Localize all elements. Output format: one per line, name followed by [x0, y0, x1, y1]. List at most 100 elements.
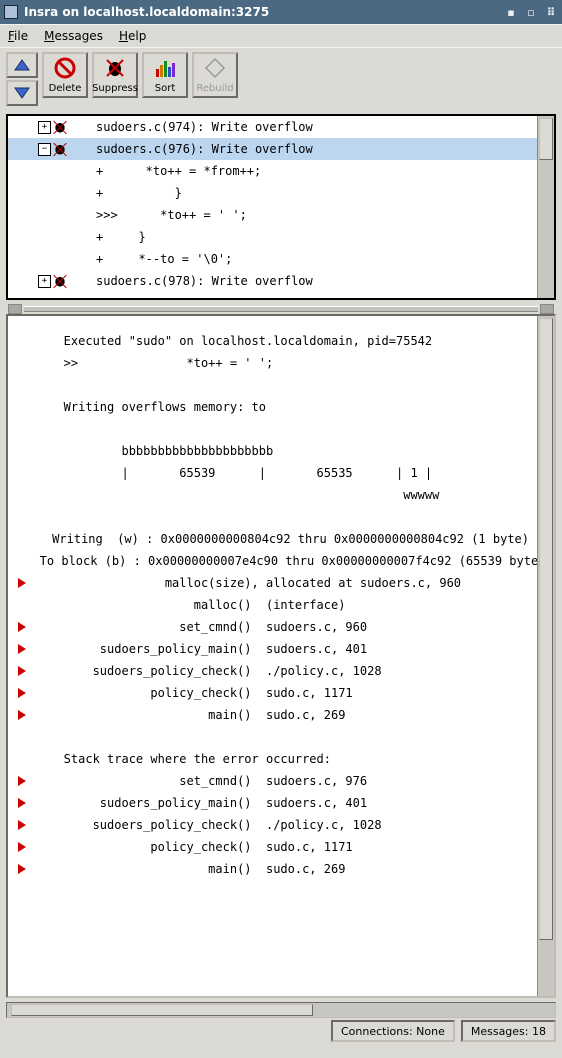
detail-line: set_cmnd() sudoers.c, 960 [42, 620, 367, 634]
splitter-grip[interactable] [8, 304, 22, 314]
scrollbar-thumb[interactable] [539, 318, 553, 940]
detail-line: bbbbbbbbbbbbbbbbbbbbb [42, 444, 273, 458]
message-row[interactable]: + sudoers.c(974): Write overflow [8, 116, 537, 138]
minimize-button[interactable]: ▪ [504, 5, 518, 19]
pane-splitter[interactable] [6, 304, 556, 314]
detail-line: policy_check() sudo.c, 1171 [42, 686, 353, 700]
titlebar: Insra on localhost.localdomain:3275 ▪ ▫ … [0, 0, 562, 24]
detail-line: malloc() (interface) [42, 598, 345, 612]
detail-line: Stack trace where the error occurred: [42, 752, 331, 766]
triangle-icon[interactable] [18, 666, 26, 676]
triangle-icon[interactable] [18, 798, 26, 808]
detail-scrollbar[interactable] [537, 316, 554, 996]
arrow-down-icon [14, 87, 30, 99]
detail-line: wwwww [42, 488, 439, 502]
bug-icon [53, 274, 67, 288]
nav-up-button[interactable] [6, 52, 38, 78]
source-line[interactable]: + } [8, 226, 537, 248]
line-prefix: + [96, 230, 124, 244]
bug-icon [53, 120, 67, 134]
line-prefix: >>> [96, 208, 124, 222]
no-entry-icon [54, 57, 76, 79]
detail-line: main() sudo.c, 269 [42, 708, 345, 722]
source-line[interactable]: + *--to = '\0'; [8, 248, 537, 270]
detail-line: Writing overflows memory: to [42, 400, 266, 414]
message-row[interactable]: + sudoers.c(978): Write overflow [8, 270, 537, 292]
message-row[interactable]: − sudoers.c(976): Write overflow [8, 138, 537, 160]
expand-icon[interactable]: + [38, 121, 51, 134]
nav-down-button[interactable] [6, 80, 38, 106]
triangle-icon[interactable] [18, 622, 26, 632]
triangle-icon[interactable] [18, 644, 26, 654]
menu-file[interactable]: File [8, 29, 28, 43]
line-text: } [124, 230, 146, 244]
detail-pane: Executed "sudo" on localhost.localdomain… [6, 314, 556, 998]
status-connections: Connections: None [331, 1020, 455, 1042]
triangle-icon[interactable] [18, 820, 26, 830]
collapse-icon[interactable]: − [38, 143, 51, 156]
detail-line: sudoers_policy_check() ./policy.c, 1028 [42, 818, 382, 832]
sort-button[interactable]: Sort [142, 52, 188, 98]
detail-hscrollbar[interactable] [6, 1002, 556, 1018]
message-list-pane: + sudoers.c(974): Write overflow − sudoe… [6, 114, 556, 300]
detail-line: >> *to++ = ' '; [42, 356, 273, 370]
message-list[interactable]: + sudoers.c(974): Write overflow − sudoe… [8, 116, 537, 298]
suppress-label: Suppress [92, 83, 138, 94]
line-prefix: + [96, 252, 124, 266]
menu-messages[interactable]: Messages [44, 29, 103, 43]
detail-line: policy_check() sudo.c, 1171 [42, 840, 353, 854]
detail-line: sudoers_policy_main() sudoers.c, 401 [42, 642, 367, 656]
line-text: *to++ = ' '; [124, 208, 247, 222]
arrow-up-icon [14, 59, 30, 71]
triangle-icon[interactable] [18, 688, 26, 698]
message-text: sudoers.c(974): Write overflow [88, 120, 537, 134]
diamond-icon [204, 57, 226, 79]
message-list-scrollbar[interactable] [537, 116, 554, 298]
detail-line: malloc(size), allocated at sudoers.c, 96… [42, 576, 461, 590]
message-text: sudoers.c(976): Write overflow [88, 142, 537, 156]
scrollbar-thumb[interactable] [11, 1004, 313, 1016]
sort-label: Sort [155, 83, 176, 94]
triangle-icon[interactable] [18, 710, 26, 720]
line-text: *--to = '\0'; [124, 252, 232, 266]
menu-button[interactable]: ⠿ [544, 5, 558, 19]
triangle-icon[interactable] [18, 578, 26, 588]
toolbar: Delete Suppress Sort [0, 47, 562, 110]
line-text: } [124, 186, 182, 200]
rebuild-label: Rebuild [196, 83, 233, 94]
statusbar: Connections: None Messages: 18 [6, 1020, 556, 1042]
triangle-icon[interactable] [18, 776, 26, 786]
line-prefix: + [96, 186, 124, 200]
rebuild-button[interactable]: Rebuild [192, 52, 238, 98]
delete-button[interactable]: Delete [42, 52, 88, 98]
menu-help[interactable]: Help [119, 29, 146, 43]
scrollbar-thumb[interactable] [539, 118, 553, 160]
triangle-icon[interactable] [18, 864, 26, 874]
bug-icon [53, 142, 67, 156]
maximize-button[interactable]: ▫ [524, 5, 538, 19]
message-text: sudoers.c(978): Write overflow [88, 274, 537, 288]
app-icon [4, 5, 18, 19]
menubar: File Messages Help [0, 24, 562, 47]
detail-line: main() sudo.c, 269 [42, 862, 345, 876]
detail-line: Writing (w) : 0x0000000000804c92 thru 0x… [31, 532, 530, 546]
status-messages: Messages: 18 [461, 1020, 556, 1042]
detail-line: | 65539 | 65535 | 1 | [42, 466, 432, 480]
detail-line: Executed "sudo" on localhost.localdomain… [42, 334, 432, 348]
source-line[interactable]: + *to++ = *from++; [8, 160, 537, 182]
window-title: Insra on localhost.localdomain:3275 [24, 5, 498, 19]
splitter-grip[interactable] [540, 304, 554, 314]
detail-line: sudoers_policy_check() ./policy.c, 1028 [42, 664, 382, 678]
source-line[interactable]: + } [8, 182, 537, 204]
detail-line: sudoers_policy_main() sudoers.c, 401 [42, 796, 367, 810]
suppress-bug-icon [104, 57, 126, 79]
detail-line: To block (b) : 0x00000000007e4c90 thru 0… [18, 554, 537, 568]
bar-chart-icon [154, 57, 176, 79]
expand-icon[interactable]: + [38, 275, 51, 288]
detail-text[interactable]: Executed "sudo" on localhost.localdomain… [8, 316, 537, 996]
line-text: *to++ = *from++; [124, 164, 261, 178]
suppress-button[interactable]: Suppress [92, 52, 138, 98]
triangle-icon[interactable] [18, 842, 26, 852]
delete-label: Delete [49, 83, 82, 94]
source-line[interactable]: >>> *to++ = ' '; [8, 204, 537, 226]
